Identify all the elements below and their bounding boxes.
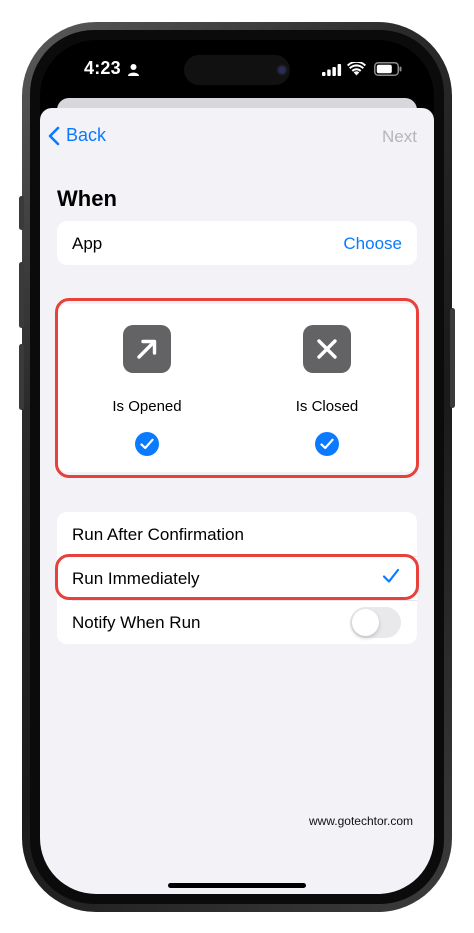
notify-toggle[interactable]	[350, 607, 401, 638]
camera-icon	[276, 64, 288, 76]
status-time: 4:23	[84, 58, 121, 78]
app-row-label: App	[72, 234, 103, 253]
home-indicator[interactable]	[168, 883, 306, 888]
volume-up-button	[19, 262, 24, 328]
wifi-icon	[347, 62, 366, 76]
dynamic-island	[184, 55, 290, 85]
action-button	[19, 196, 24, 230]
cellular-signal-icon	[322, 64, 342, 76]
section-title: When	[57, 186, 117, 211]
option-notify-when-run: Notify When Run	[57, 600, 417, 644]
volume-down-button	[19, 344, 24, 410]
chevron-left-icon	[48, 126, 60, 145]
app-row[interactable]: App Choose	[57, 221, 417, 265]
power-button	[450, 308, 455, 408]
automation-sheet: Back Next When App Choose Is Opened Is C…	[40, 108, 434, 894]
battery-icon	[374, 62, 402, 76]
back-label: Back	[66, 125, 107, 145]
option-run-after-confirmation[interactable]: Run After Confirmation	[57, 512, 417, 556]
choose-app-button[interactable]: Choose	[343, 234, 402, 254]
option-label: Notify When Run	[72, 613, 201, 632]
option-label: Run After Confirmation	[72, 525, 244, 544]
screen: 4:23 Back Next When App Choose Is Opened…	[40, 40, 434, 894]
run-immediately-highlight-box	[55, 554, 419, 600]
trigger-highlight-box	[55, 298, 419, 478]
back-button[interactable]: Back	[48, 125, 106, 146]
next-button[interactable]: Next	[382, 127, 417, 147]
toggle-knob	[352, 609, 379, 636]
person-icon	[128, 64, 139, 76]
watermark: www.gotechtor.com	[308, 814, 413, 828]
